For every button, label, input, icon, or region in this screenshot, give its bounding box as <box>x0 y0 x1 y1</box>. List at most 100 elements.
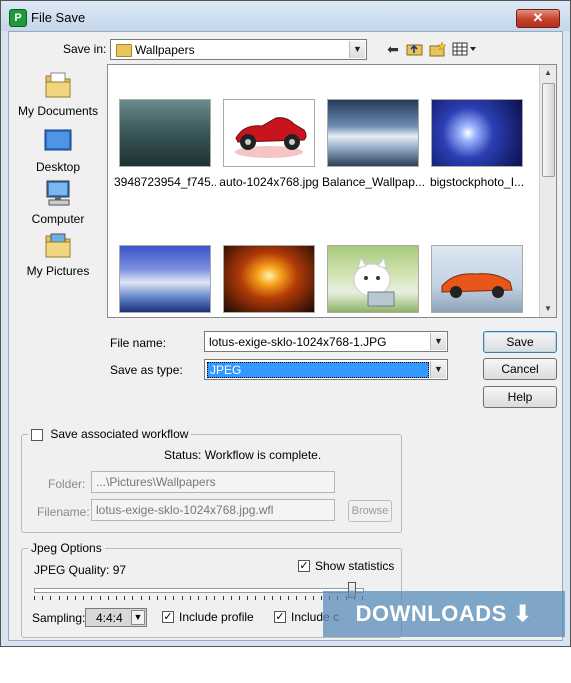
slider-tick <box>75 596 76 600</box>
save-as-type-value: JPEG <box>207 362 429 378</box>
sampling-label: Sampling: <box>32 611 86 625</box>
file-thumbnail <box>431 245 523 313</box>
save-workflow-checkbox[interactable] <box>31 428 43 441</box>
file-item[interactable] <box>114 245 216 317</box>
chevron-down-icon[interactable]: ▼ <box>131 610 145 625</box>
jpeg-options-title: Jpeg Options <box>28 541 105 555</box>
slider-tick <box>264 596 265 600</box>
file-item[interactable]: Balance_Wallpap... <box>322 99 424 189</box>
slider-tick <box>272 596 273 600</box>
slider-tick <box>59 596 60 600</box>
place-desktop[interactable]: Desktop <box>14 126 102 174</box>
file-name: auto-1024x768.jpg <box>219 175 319 189</box>
workflow-group: Save associated workflow Status: Workflo… <box>21 427 402 533</box>
sampling-dropdown[interactable]: 4:4:4 ▼ <box>85 608 147 627</box>
chevron-down-icon[interactable]: ▼ <box>430 333 446 350</box>
save-as-type-label: Save as type: <box>110 363 183 377</box>
slider-tick <box>321 596 322 600</box>
slider-tick <box>42 596 43 600</box>
dialog-client-area: Save in: Wallpapers ▼ ⬅ My Documents Des… <box>8 31 563 641</box>
file-item[interactable]: auto-1024x768.jpg <box>218 99 320 189</box>
back-arrow-icon[interactable]: ⬅ <box>384 41 402 57</box>
file-list-view[interactable]: 3948723954_f745... auto-1024x768.jpg Bal… <box>107 64 557 318</box>
slider-tick <box>190 596 191 600</box>
app-logo-icon: P <box>9 9 27 27</box>
save-button[interactable]: Save <box>483 331 557 353</box>
place-label: My Documents <box>17 104 99 118</box>
cancel-button[interactable]: Cancel <box>483 358 557 380</box>
slider-tick <box>231 596 232 600</box>
desktop-icon <box>43 126 73 156</box>
slider-tick <box>198 596 199 600</box>
slider-tick <box>288 596 289 600</box>
scrollbar-thumb[interactable] <box>542 83 555 177</box>
folder-label: Folder: <box>48 477 86 491</box>
scroll-down-icon[interactable]: ▼ <box>540 301 556 317</box>
file-thumbnail <box>119 99 211 167</box>
slider-tick <box>247 596 248 600</box>
include-profile-label: Include profile <box>179 610 254 624</box>
file-thumbnail <box>223 99 315 167</box>
jpeg-quality-slider[interactable] <box>34 581 364 601</box>
file-thumbnail <box>431 99 523 167</box>
include-comments-checkbox[interactable]: ✓ <box>274 611 286 623</box>
file-name: bigstockphoto_I... <box>429 175 525 189</box>
file-item[interactable] <box>426 245 528 317</box>
pictures-folder-icon <box>43 230 73 260</box>
slider-tick <box>313 596 314 600</box>
help-button[interactable]: Help <box>483 386 557 408</box>
slider-tick <box>305 596 306 600</box>
new-folder-icon[interactable] <box>429 41 447 57</box>
view-menu-icon[interactable] <box>452 41 478 57</box>
browse-button[interactable]: Browse <box>348 500 392 522</box>
file-list-scrollbar[interactable]: ▲ ▼ <box>539 65 556 317</box>
place-my-pictures[interactable]: My Pictures <box>14 230 102 278</box>
save-in-value: Wallpapers <box>135 43 195 57</box>
save-in-label: Save in: <box>63 42 107 56</box>
file-thumbnail <box>327 245 419 313</box>
place-computer[interactable]: Computer <box>14 178 102 226</box>
scroll-up-icon[interactable]: ▲ <box>540 65 556 81</box>
slider-tick <box>165 596 166 600</box>
file-item[interactable] <box>322 245 424 317</box>
slider-tick <box>182 596 183 600</box>
file-item[interactable]: bigstockphoto_I... <box>426 99 528 189</box>
filename-label: Filename: <box>37 505 90 519</box>
up-folder-icon[interactable] <box>406 41 424 57</box>
show-statistics-checkbox[interactable]: ✓ <box>298 560 310 572</box>
folder-field: ...\Pictures\Wallpapers <box>91 471 335 493</box>
show-statistics-label: Show statistics <box>315 559 395 573</box>
slider-tick <box>100 596 101 600</box>
slider-tick <box>214 596 215 600</box>
slider-tick <box>296 596 297 600</box>
chevron-down-icon[interactable]: ▼ <box>349 41 365 58</box>
file-thumbnail <box>223 245 315 313</box>
slider-tick <box>50 596 51 600</box>
save-as-type-dropdown[interactable]: JPEG ▼ <box>204 359 448 380</box>
slider-tick <box>91 596 92 600</box>
downloads-guru-watermark: DOWNLOADS ⬇ .GURU <box>323 591 565 672</box>
file-item[interactable]: 3948723954_f745... <box>114 99 216 189</box>
places-bar: My Documents Desktop Computer My Picture… <box>14 64 102 314</box>
place-label: My Pictures <box>26 264 90 278</box>
sampling-value: 4:4:4 <box>96 611 123 625</box>
slider-tick <box>124 596 125 600</box>
slider-tick <box>34 596 35 600</box>
slider-tick <box>280 596 281 600</box>
slider-tick <box>67 596 68 600</box>
slider-tick <box>206 596 207 600</box>
file-item[interactable] <box>218 245 320 317</box>
slider-tick <box>141 596 142 600</box>
window-title: File Save <box>31 10 86 25</box>
include-profile-checkbox[interactable]: ✓ <box>162 611 174 623</box>
chevron-down-icon[interactable]: ▼ <box>430 361 446 378</box>
close-button[interactable]: ✕ <box>516 9 560 28</box>
place-my-documents[interactable]: My Documents <box>14 70 102 118</box>
documents-folder-icon <box>43 70 73 100</box>
slider-tick <box>157 596 158 600</box>
title-bar[interactable]: P File Save ✕ <box>1 1 570 31</box>
workflow-group-title: Save associated workflow <box>28 427 192 441</box>
save-in-dropdown[interactable]: Wallpapers ▼ <box>110 39 367 60</box>
file-name-input[interactable]: lotus-exige-sklo-1024x768-1.JPG ▼ <box>204 331 448 352</box>
place-label: Desktop <box>35 160 81 174</box>
